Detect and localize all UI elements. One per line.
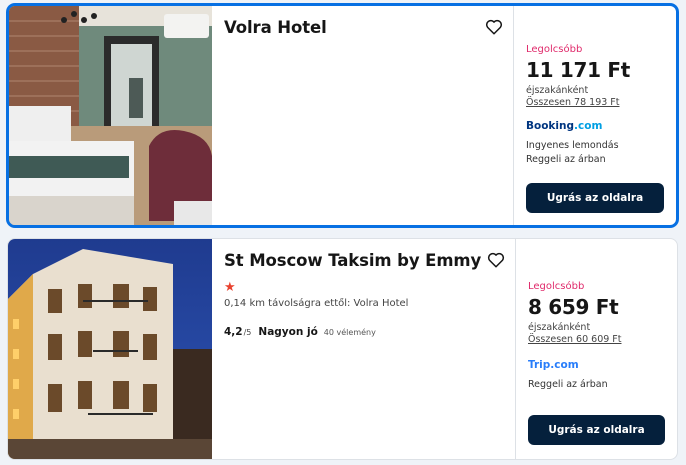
review-count: 40 vélemény — [323, 328, 376, 337]
star-rating: ★ — [224, 280, 236, 295]
rating-word: Nagyon jó — [258, 326, 318, 338]
hotel-photo[interactable] — [8, 239, 212, 459]
hotel-room-image — [9, 6, 212, 225]
feature-breakfast: Reggeli az árban — [526, 154, 606, 165]
feature-breakfast: Reggeli az árban — [528, 379, 608, 390]
per-night-label: éjszakánként — [528, 322, 591, 333]
price-amount: 11 171 Ft — [526, 58, 631, 82]
rating-scale: /5 — [243, 328, 252, 337]
hotel-card-volra[interactable]: Volra Hotel Legolcsóbb 11 171 Ft éjszaká… — [7, 4, 678, 227]
provider-domain: .com — [574, 120, 603, 132]
hotel-info: Volra Hotel — [212, 6, 513, 225]
price-panel: Legolcsóbb 8 659 Ft éjszakánként Összese… — [515, 239, 677, 459]
cheapest-label: Legolcsóbb — [526, 44, 583, 55]
distance-label: 0,14 km távolságra ettől: Volra Hotel — [224, 298, 409, 309]
rating-score: 4,2 — [224, 326, 243, 338]
hotel-info: St Moscow Taksim by Emmy ★ 0,14 km távol… — [212, 239, 515, 459]
provider-logo-trip: Trip.com — [528, 359, 579, 371]
total-price-link[interactable]: Összesen 60 609 Ft — [528, 334, 665, 345]
guest-rating: 4,2 /5 Nagyon jó 40 vélemény — [224, 326, 503, 338]
hotel-card-st-moscow[interactable]: St Moscow Taksim by Emmy ★ 0,14 km távol… — [7, 238, 678, 460]
hotel-name[interactable]: St Moscow Taksim by Emmy — [224, 251, 503, 270]
heart-icon[interactable] — [485, 18, 503, 36]
price-amount: 8 659 Ft — [528, 295, 619, 319]
per-night-label: éjszakánként — [526, 85, 589, 96]
go-to-site-button[interactable]: Ugrás az oldalra — [526, 183, 664, 213]
price-panel: Legolcsóbb 11 171 Ft éjszakánként Összes… — [513, 6, 676, 225]
go-to-site-button[interactable]: Ugrás az oldalra — [528, 415, 665, 445]
cheapest-label: Legolcsóbb — [528, 281, 585, 292]
heart-icon[interactable] — [487, 251, 505, 269]
hotel-name[interactable]: Volra Hotel — [224, 18, 501, 37]
hotel-photo[interactable] — [9, 6, 212, 225]
feature-free-cancellation: Ingyenes lemondás — [526, 140, 619, 151]
provider-name: Booking — [526, 120, 575, 132]
total-price-link[interactable]: Összesen 78 193 Ft — [526, 97, 664, 108]
provider-logo-booking: Booking.com — [526, 120, 664, 132]
hotel-building-image — [8, 239, 212, 459]
